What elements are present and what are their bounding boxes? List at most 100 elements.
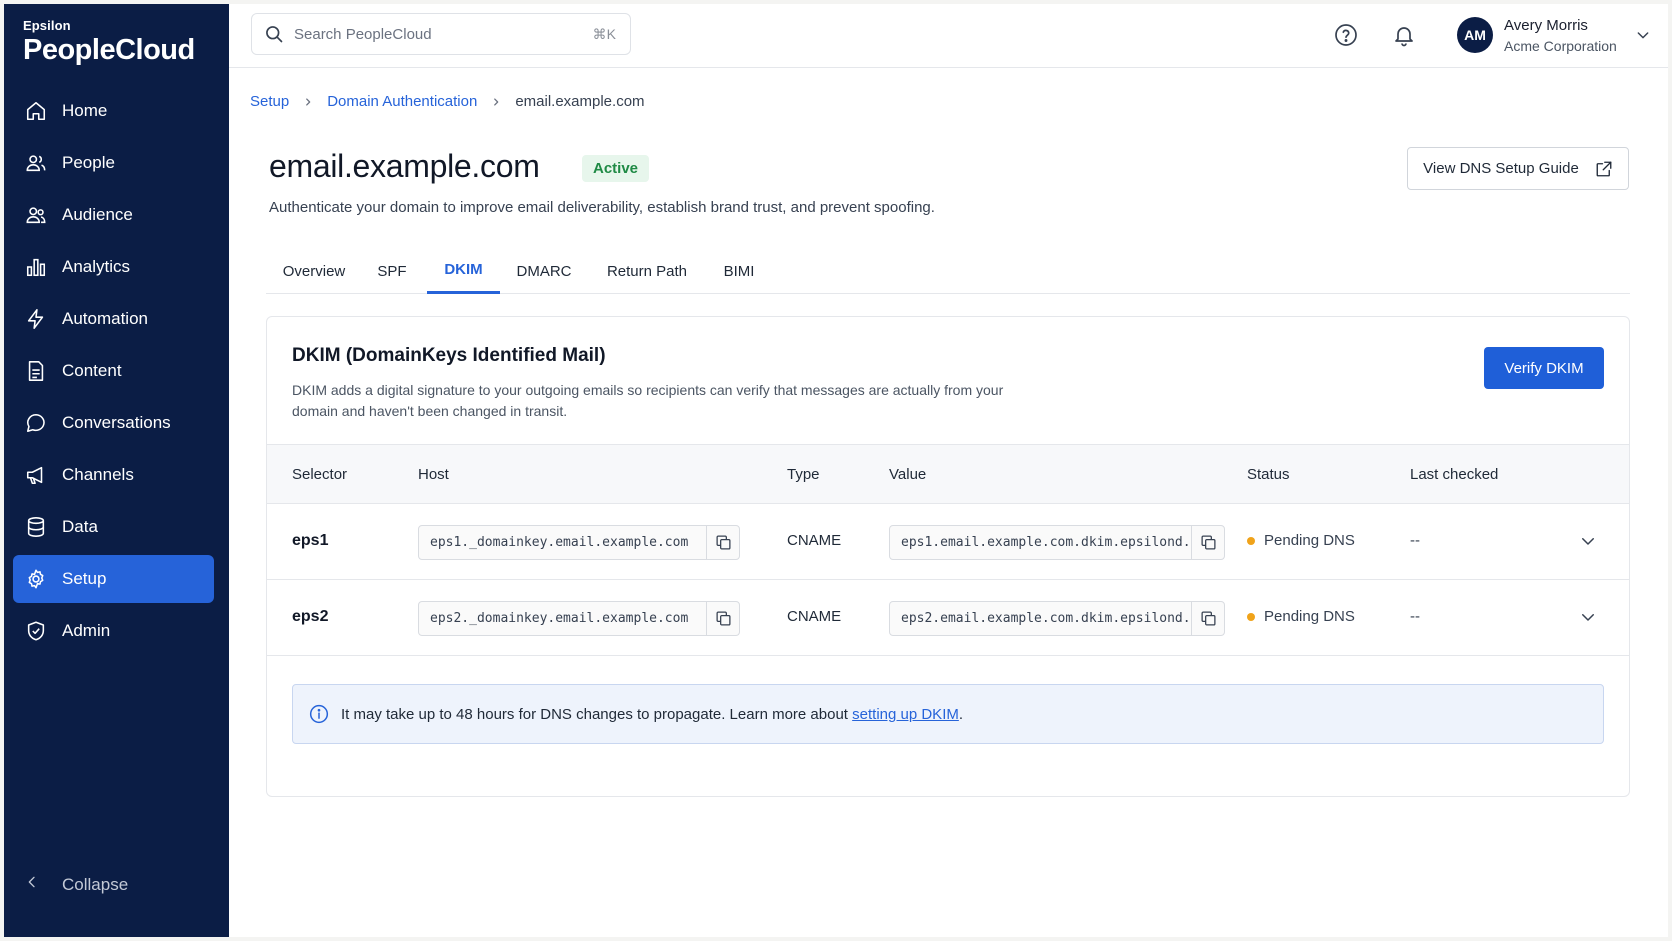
page-subtitle: Authenticate your domain to improve emai…	[269, 199, 935, 216]
tab-dkim[interactable]: DKIM	[427, 248, 500, 294]
sidebar-item-channels[interactable]: Channels	[13, 451, 214, 499]
analytics-icon	[24, 255, 48, 279]
pending-status-dot	[1247, 612, 1255, 621]
row-status: Pending DNS	[1247, 532, 1355, 549]
app-window: Epsilon PeopleCloud Home People Audience…	[4, 4, 1668, 937]
dns-propagation-notice: It may take up to 48 hours for DNS chang…	[292, 684, 1604, 744]
tab-overview[interactable]: Overview	[266, 248, 362, 294]
sidebar-item-home[interactable]: Home	[13, 87, 214, 135]
info-icon	[309, 704, 329, 724]
breadcrumb-domain-authentication[interactable]: Domain Authentication	[327, 93, 477, 110]
avatar[interactable]: AM	[1457, 17, 1493, 53]
people-icon	[24, 151, 48, 175]
guide-button-label: View DNS Setup Guide	[1423, 160, 1579, 177]
gear-icon	[24, 567, 48, 591]
sidebar-item-conversations[interactable]: Conversations	[13, 399, 214, 447]
tab-return-path[interactable]: Return Path	[588, 248, 706, 294]
breadcrumb-current: email.example.com	[515, 93, 645, 110]
home-icon	[24, 99, 48, 123]
host-value: eps2._domainkey.email.example.com	[430, 611, 689, 626]
dkim-card: DKIM (DomainKeys Identified Mail) DKIM a…	[266, 316, 1630, 797]
collapse-label: Collapse	[62, 874, 129, 894]
column-selector: Selector	[292, 466, 348, 483]
sidebar-item-label: People	[62, 153, 115, 172]
brand-product: PeopleCloud	[23, 34, 195, 66]
copy-icon[interactable]	[1191, 526, 1224, 559]
search-icon	[264, 24, 284, 44]
top-bar: Search PeopleCloud ⌘K AM Avery Morris Ac…	[229, 4, 1668, 68]
table-row: eps1 eps1._domainkey.email.example.com C…	[267, 504, 1629, 580]
view-dns-guide-button[interactable]: View DNS Setup Guide	[1407, 147, 1629, 190]
notice-text: It may take up to 48 hours for DNS chang…	[341, 706, 963, 723]
collapse-sidebar-button[interactable]: Collapse	[24, 874, 128, 895]
sidebar-item-automation[interactable]: Automation	[13, 295, 214, 343]
sidebar-item-label: Admin	[62, 621, 111, 640]
column-type: Type	[787, 466, 820, 483]
table-row: eps2 eps2._domainkey.email.example.com C…	[267, 580, 1629, 656]
tab-bar: Overview SPF DKIM DMARC Return Path BIMI	[266, 248, 1630, 294]
copy-icon[interactable]	[706, 602, 739, 635]
shield-icon	[24, 619, 48, 643]
chevron-left-icon	[24, 874, 40, 895]
sidebar-item-label: Analytics	[62, 257, 131, 276]
value-field[interactable]: eps1.email.example.com.dkim.epsilond...	[889, 525, 1225, 560]
tab-spf[interactable]: SPF	[362, 248, 422, 294]
page-title: email.example.com	[269, 148, 540, 184]
record-value: eps1.email.example.com.dkim.epsilond...	[901, 535, 1191, 550]
setting-up-dkim-link[interactable]: setting up DKIM	[852, 706, 959, 723]
search-input[interactable]: Search PeopleCloud ⌘K	[251, 13, 631, 55]
sidebar-item-label: Audience	[62, 205, 133, 224]
row-type: CNAME	[787, 532, 842, 549]
chevron-down-icon[interactable]	[1635, 27, 1651, 48]
sidebar-item-label: Data	[62, 517, 98, 536]
copy-icon[interactable]	[1191, 602, 1224, 635]
sidebar-item-label: Automation	[62, 309, 148, 328]
status-badge: Active	[582, 155, 650, 182]
row-last-checked: --	[1410, 532, 1420, 549]
sidebar-item-label: Conversations	[62, 413, 171, 432]
dkim-description: DKIM adds a digital signature to your ou…	[292, 382, 1004, 419]
host-value: eps1._domainkey.email.example.com	[430, 535, 689, 550]
user-menu[interactable]: Avery Morris Acme Corporation	[1504, 17, 1617, 54]
search-shortcut: ⌘K	[592, 25, 616, 42]
row-last-checked: --	[1410, 608, 1420, 625]
value-field[interactable]: eps2.email.example.com.dkim.epsilond...	[889, 601, 1225, 636]
sidebar-item-label: Home	[62, 101, 108, 120]
row-selector: eps1	[292, 532, 329, 549]
pending-status-dot	[1247, 536, 1255, 545]
column-host: Host	[418, 466, 449, 483]
chevron-right-icon	[491, 94, 501, 110]
verify-dkim-button[interactable]: Verify DKIM	[1484, 347, 1604, 389]
column-last-checked: Last checked	[1410, 466, 1499, 483]
sidebar-item-people[interactable]: People	[13, 139, 214, 187]
tab-bimi[interactable]: BIMI	[706, 248, 772, 294]
row-status: Pending DNS	[1247, 608, 1355, 625]
brand-logo[interactable]: Epsilon PeopleCloud	[23, 18, 195, 65]
sidebar-item-analytics[interactable]: Analytics	[13, 243, 214, 291]
sidebar-item-data[interactable]: Data	[13, 503, 214, 551]
chevron-right-icon	[303, 94, 313, 110]
chevron-down-icon[interactable]	[1579, 532, 1597, 555]
status-text: Pending DNS	[1264, 532, 1355, 549]
host-field[interactable]: eps2._domainkey.email.example.com	[418, 601, 740, 636]
dkim-title: DKIM (DomainKeys Identified Mail)	[292, 345, 606, 366]
bolt-icon	[24, 307, 48, 331]
row-selector: eps2	[292, 608, 329, 625]
sidebar-item-admin[interactable]: Admin	[13, 607, 214, 655]
external-link-icon	[1595, 160, 1613, 178]
help-icon[interactable]	[1334, 23, 1360, 49]
breadcrumb-setup[interactable]: Setup	[250, 93, 289, 110]
bell-icon[interactable]	[1392, 23, 1418, 49]
sidebar-item-setup[interactable]: Setup	[13, 555, 214, 603]
notice-suffix: .	[958, 705, 964, 723]
host-field[interactable]: eps1._domainkey.email.example.com	[418, 525, 740, 560]
sidebar-item-content[interactable]: Content	[13, 347, 214, 395]
tab-dmarc[interactable]: DMARC	[500, 248, 588, 294]
record-value: eps2.email.example.com.dkim.epsilond...	[901, 611, 1191, 626]
sidebar: Epsilon PeopleCloud Home People Audience…	[4, 4, 229, 937]
chevron-down-icon[interactable]	[1579, 608, 1597, 631]
sidebar-item-audience[interactable]: Audience	[13, 191, 214, 239]
sidebar-item-label: Channels	[62, 465, 134, 484]
column-value: Value	[889, 466, 927, 483]
copy-icon[interactable]	[706, 526, 739, 559]
